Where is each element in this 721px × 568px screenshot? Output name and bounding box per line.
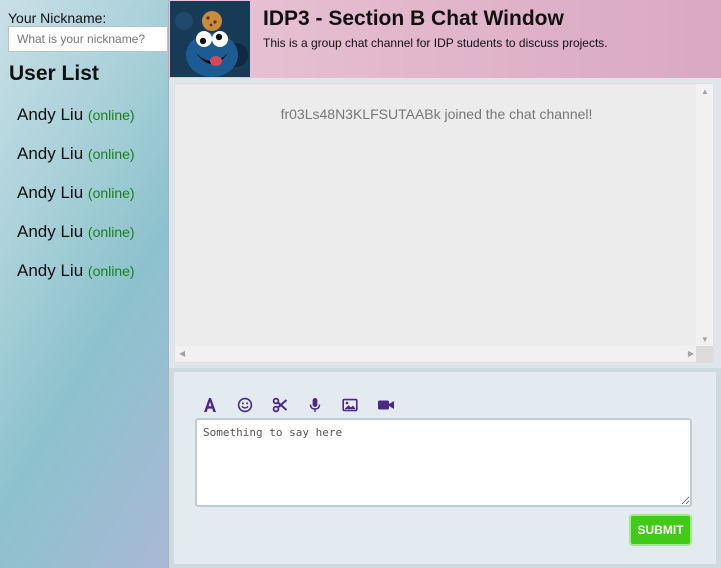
scroll-up-icon[interactable]: ▲ bbox=[701, 88, 709, 96]
submit-button[interactable]: SUBMIT bbox=[629, 514, 692, 546]
user-status: (online) bbox=[87, 185, 135, 201]
user-status: (online) bbox=[87, 263, 135, 279]
scroll-right-icon[interactable]: ▶ bbox=[688, 350, 694, 358]
font-icon[interactable] bbox=[202, 396, 237, 414]
chat-subtitle: This is a group chat channel for IDP stu… bbox=[263, 36, 608, 50]
message-input[interactable] bbox=[195, 418, 692, 507]
video-icon[interactable] bbox=[377, 396, 412, 414]
user-list: Andy Liu (online) Andy Liu (online) Andy… bbox=[17, 105, 135, 300]
user-list-item[interactable]: Andy Liu (online) bbox=[17, 222, 135, 261]
nickname-label: Your Nickname: bbox=[8, 10, 107, 26]
chat-title: IDP3 - Section B Chat Window bbox=[263, 7, 564, 30]
scroll-corner bbox=[696, 346, 713, 362]
user-list-item[interactable]: Andy Liu (online) bbox=[17, 183, 135, 222]
user-name: Andy Liu bbox=[17, 222, 84, 241]
nickname-input[interactable] bbox=[8, 26, 168, 52]
emoji-icon[interactable] bbox=[237, 396, 272, 414]
chat-header: IDP3 - Section B Chat Window This is a g… bbox=[169, 0, 721, 78]
sidebar: Your Nickname: User List Andy Liu (onlin… bbox=[0, 0, 169, 568]
user-list-item[interactable]: Andy Liu (online) bbox=[17, 261, 135, 300]
user-status: (online) bbox=[87, 107, 135, 123]
vertical-scrollbar[interactable]: ▲ ▼ bbox=[696, 84, 713, 348]
cookie-monster-icon bbox=[170, 1, 250, 77]
composer: SUBMIT bbox=[174, 372, 716, 564]
scroll-left-icon[interactable]: ◀ bbox=[179, 350, 185, 358]
user-name: Andy Liu bbox=[17, 144, 84, 163]
scroll-down-icon[interactable]: ▼ bbox=[701, 336, 709, 344]
scissors-icon[interactable] bbox=[272, 396, 307, 414]
user-list-item[interactable]: Andy Liu (online) bbox=[17, 105, 135, 144]
user-name: Andy Liu bbox=[17, 183, 84, 202]
user-list-item[interactable]: Andy Liu (online) bbox=[17, 144, 135, 183]
image-icon[interactable] bbox=[342, 396, 377, 414]
user-name: Andy Liu bbox=[17, 105, 84, 124]
messages-panel: fr03Ls48N3KLFSUTAABk joined the chat cha… bbox=[169, 78, 721, 368]
composer-panel: SUBMIT bbox=[169, 368, 721, 568]
user-status: (online) bbox=[87, 224, 135, 240]
user-list-title: User List bbox=[9, 62, 99, 85]
composer-toolbar bbox=[202, 396, 412, 414]
user-status: (online) bbox=[87, 146, 135, 162]
message-list[interactable]: fr03Ls48N3KLFSUTAABk joined the chat cha… bbox=[174, 83, 714, 363]
system-message: fr03Ls48N3KLFSUTAABk joined the chat cha… bbox=[280, 106, 593, 122]
horizontal-scrollbar[interactable]: ◀ ▶ bbox=[175, 346, 698, 362]
user-name: Andy Liu bbox=[17, 261, 84, 280]
microphone-icon[interactable] bbox=[307, 396, 342, 414]
